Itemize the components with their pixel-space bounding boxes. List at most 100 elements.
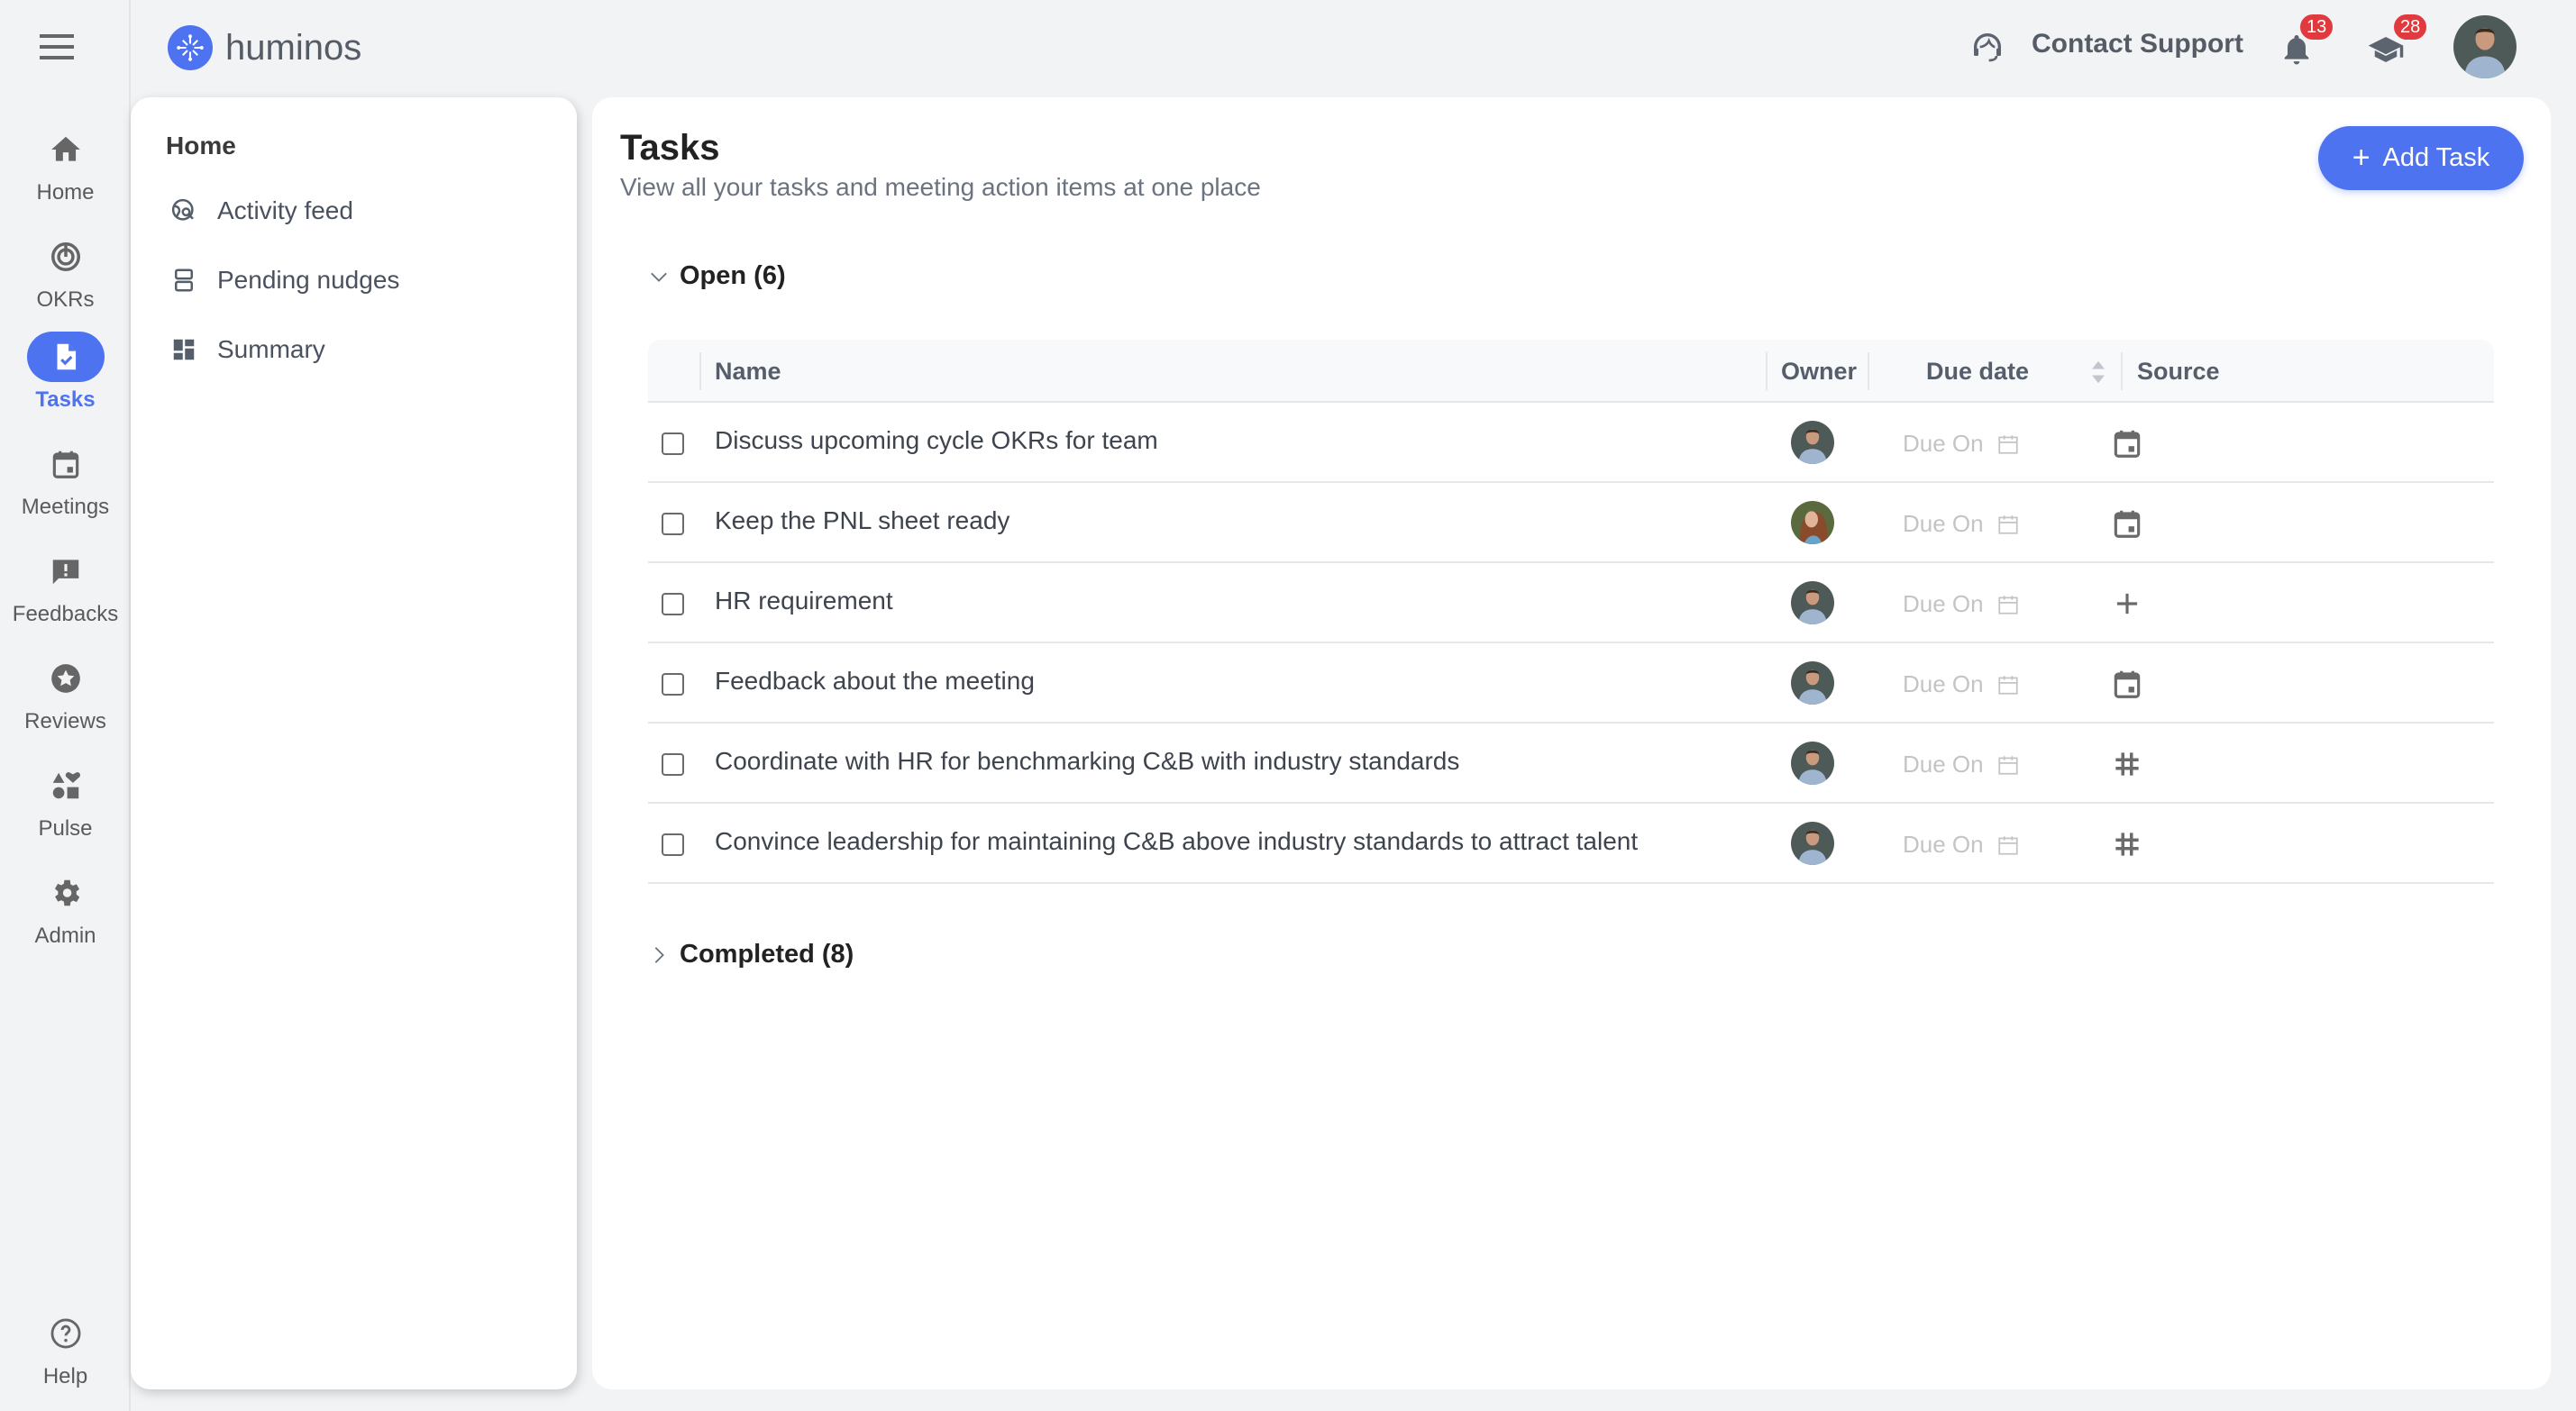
task-name[interactable]: Coordinate with HR for benchmarking C&B … [715,747,1459,776]
rail-item-home[interactable]: Home [0,124,131,214]
rail-item-help[interactable]: Help [0,1308,131,1398]
owner-avatar [1791,742,1834,785]
calendar-source-icon [2110,506,2144,541]
notifications-button[interactable]: 13 [2271,13,2335,74]
home-panel-item-activity-feed[interactable]: Activity feed [170,196,353,225]
column-due-date[interactable]: Due date [1926,340,2029,403]
task-name[interactable]: HR requirement [715,587,893,615]
rail-item-okrs[interactable]: OKRs [0,232,131,322]
due-date-picker[interactable]: Due On [1903,590,2020,618]
task-checkbox[interactable] [662,673,684,696]
column-divider [1766,352,1768,390]
task-checkbox[interactable] [662,833,684,856]
tasks-card: Tasks View all your tasks and meeting ac… [592,97,2551,1389]
task-checkbox[interactable] [662,432,684,455]
task-name[interactable]: Keep the PNL sheet ready [715,506,1009,535]
calendar-outline-icon [1997,755,2018,775]
owner-avatar [1791,501,1834,544]
rail-item-label: OKRs [36,287,95,312]
rail-item-label: Tasks [35,387,96,412]
table-body: Discuss upcoming cycle OKRs for team Due… [648,403,2494,884]
hashtag-source-icon [2110,827,2144,861]
due-date-picker[interactable]: Due On [1903,430,2020,458]
rail-item-pulse[interactable]: Pulse [0,760,131,851]
rail-item-meetings[interactable]: Meetings [0,439,131,529]
home-panel-item-label: Activity feed [217,196,353,224]
task-file-icon [26,332,105,382]
due-date-placeholder: Due On [1903,751,1984,778]
column-divider [2121,352,2123,390]
rail-item-reviews[interactable]: Reviews [0,653,131,743]
calendar-outline-icon [1997,514,2018,534]
calendar-source-icon [2110,426,2144,460]
plus-source-icon [2110,587,2144,621]
rail-item-feedbacks[interactable]: Feedbacks [0,546,131,636]
calendar-outline-icon [1997,595,2018,614]
open-section-label: Open (6) [680,261,786,290]
due-date-picker[interactable]: Due On [1903,670,2020,698]
brand-name: huminos [225,27,362,68]
open-section-toggle[interactable]: Open (6) [649,261,786,291]
table-header: Name Owner Due date Source [648,340,2494,403]
sort-icon[interactable] [2090,360,2106,385]
task-name[interactable]: Feedback about the meeting [715,667,1035,696]
rail-item-label: Feedbacks [12,602,119,626]
due-date-placeholder: Due On [1903,430,1984,457]
task-checkbox[interactable] [662,753,684,776]
huminos-logo-icon [168,25,213,70]
chevron-right-icon [654,946,664,963]
headset-icon[interactable] [1969,29,2005,65]
brand[interactable]: huminos [168,25,361,70]
home-panel-item-label: Pending nudges [217,266,400,294]
home-icon [27,124,105,175]
star-icon [27,653,105,704]
column-owner: Owner [1781,357,1858,385]
owner-avatar [1791,661,1834,705]
notifications-badge: 13 [2298,13,2335,41]
task-checkbox[interactable] [662,513,684,535]
table-row: Convince leadership for maintaining C&B … [648,804,2494,884]
tasks-table: Name Owner Due date Source Discuss upcom… [648,340,2494,884]
rail-item-label: Home [36,180,95,205]
target-icon [27,232,105,282]
left-rail: Home OKRs Tasks Meetings Feedbacks Revie… [0,0,131,1411]
calendar-outline-icon [1997,434,2018,454]
task-name[interactable]: Discuss upcoming cycle OKRs for team [715,426,1158,455]
due-date-picker[interactable]: Due On [1903,831,2020,859]
rail-item-label: Meetings [21,495,110,519]
learning-button[interactable]: 28 [2361,13,2429,74]
home-panel-item-summary[interactable]: Summary [170,335,325,364]
page-subtitle: View all your tasks and meeting action i… [620,173,1261,201]
feedback-icon [27,546,105,596]
due-date-placeholder: Due On [1903,510,1984,537]
hashtag-source-icon [2110,747,2144,781]
user-avatar[interactable] [2453,15,2517,78]
add-task-button[interactable]: + Add Task [2318,126,2524,190]
due-date-placeholder: Due On [1903,590,1984,617]
due-date-picker[interactable]: Due On [1903,751,2020,778]
column-divider [1868,352,1869,390]
completed-section-toggle[interactable]: Completed (8) [649,940,854,969]
page-title: Tasks [620,128,720,168]
column-divider [699,352,701,390]
gear-icon [27,868,105,918]
home-panel-title: Home [166,132,236,159]
calendar-source-icon [2110,667,2144,701]
due-date-placeholder: Due On [1903,670,1984,697]
due-date-picker[interactable]: Due On [1903,510,2020,538]
table-row: Feedback about the meeting Due On [648,643,2494,724]
task-name[interactable]: Convince leadership for maintaining C&B … [715,827,1638,856]
table-row: Keep the PNL sheet ready Due On [648,483,2494,563]
stacked-rows-icon [175,269,193,292]
add-task-label: Add Task [2382,143,2490,172]
owner-avatar [1791,581,1834,624]
contact-support-link[interactable]: Contact Support [2032,29,2243,59]
task-checkbox[interactable] [662,593,684,615]
calendar-outline-icon [1997,835,2018,855]
home-panel: Home Activity feed Pending nudges Summar… [131,97,577,1389]
home-panel-item-pending-nudges[interactable]: Pending nudges [170,266,399,295]
learning-badge: 28 [2392,13,2429,41]
hamburger-icon[interactable] [40,34,74,59]
rail-item-tasks[interactable]: Tasks [0,332,131,422]
rail-item-admin[interactable]: Admin [0,868,131,958]
